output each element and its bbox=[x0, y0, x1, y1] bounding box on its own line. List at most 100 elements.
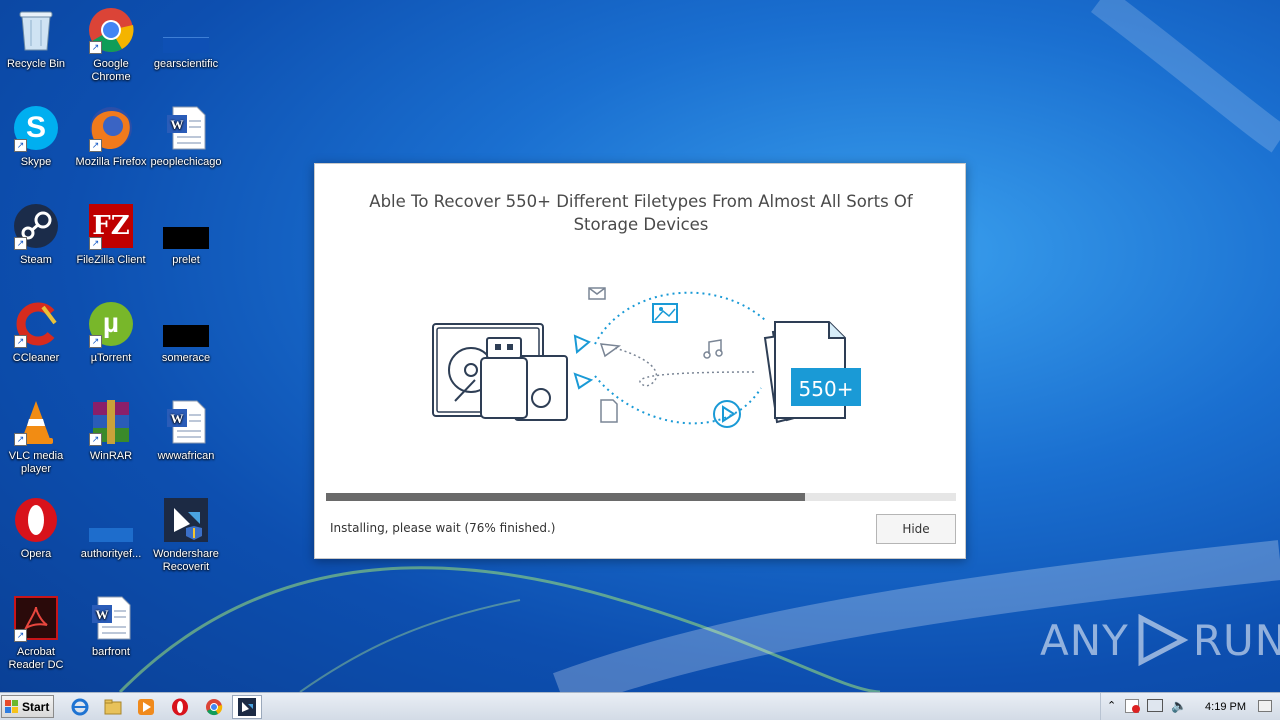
recovery-illustration: 550+ bbox=[432, 287, 861, 428]
icon-label: authorityef... bbox=[80, 548, 142, 560]
tray-volume-icon[interactable]: 🔈 bbox=[1171, 698, 1187, 714]
taskbar-explorer-icon[interactable] bbox=[103, 697, 123, 717]
tray-network-icon[interactable] bbox=[1147, 699, 1163, 712]
icon-label: Google Chrome bbox=[91, 58, 131, 83]
watermark-right-text: RUN bbox=[1192, 615, 1280, 665]
badge-label: 550+ bbox=[799, 377, 854, 401]
install-status-text: Installing, please wait (76% finished.) bbox=[330, 521, 556, 535]
blank-file-icon bbox=[162, 6, 210, 54]
desktop-icon-chrome[interactable]: ↗ Google Chrome bbox=[73, 6, 149, 84]
desktop-icon-filezilla[interactable]: FZ ↗ FileZilla Client bbox=[73, 202, 149, 267]
icon-label: Skype bbox=[20, 156, 52, 168]
desktop-icon-opera[interactable]: Opera bbox=[0, 496, 74, 561]
shortcut-arrow-icon: ↗ bbox=[14, 629, 27, 642]
shortcut-arrow-icon: ↗ bbox=[89, 41, 102, 54]
ccleaner-icon: ↗ bbox=[12, 300, 60, 348]
paper-plane-icon bbox=[573, 372, 594, 390]
paper-plane-icon bbox=[599, 343, 622, 358]
desktop-icon-wondershare-recoverit[interactable]: Wondershare Recoverit bbox=[148, 496, 224, 574]
desktop-icon-gearscientific[interactable]: gearscientific bbox=[148, 6, 224, 71]
svg-text:W: W bbox=[96, 607, 109, 622]
recycle-bin-icon bbox=[12, 6, 60, 54]
shortcut-arrow-icon: ↗ bbox=[14, 335, 27, 348]
taskbar-media-player-icon[interactable] bbox=[136, 697, 156, 717]
shortcut-arrow-icon: ↗ bbox=[89, 139, 102, 152]
desktop-icon-barfront[interactable]: W barfront bbox=[73, 594, 149, 659]
usb-drive-icon bbox=[480, 337, 528, 419]
winrar-icon: ↗ bbox=[87, 398, 135, 446]
desktop-icon-firefox[interactable]: ↗ Mozilla Firefox bbox=[73, 104, 149, 169]
shortcut-arrow-icon: ↗ bbox=[89, 433, 102, 446]
shortcut-arrow-icon: ↗ bbox=[14, 139, 27, 152]
start-label: Start bbox=[22, 699, 50, 714]
system-clock[interactable]: 4:19 PM bbox=[1205, 701, 1246, 713]
windows-flag-icon bbox=[5, 699, 19, 714]
svg-text:W: W bbox=[171, 411, 184, 426]
icon-label: Mozilla Firefox bbox=[75, 156, 147, 168]
install-progress-fill bbox=[326, 493, 805, 501]
desktop-icon-peoplechicago[interactable]: W peoplechicago bbox=[148, 104, 224, 169]
icon-label: peoplechicago bbox=[150, 156, 222, 168]
filezilla-icon: FZ ↗ bbox=[87, 202, 135, 250]
desktop-icon-somerace[interactable]: somerace bbox=[148, 300, 224, 365]
tray-action-center-icon[interactable] bbox=[1125, 699, 1140, 713]
icon-label: Recycle Bin bbox=[6, 58, 66, 70]
desktop-icon-acrobat[interactable]: ↗ Acrobat Reader DC bbox=[0, 594, 74, 672]
installer-window: Able To Recover 550+ Different Filetypes… bbox=[314, 163, 966, 559]
icon-label: Steam bbox=[20, 254, 52, 266]
taskbar-opera-icon[interactable] bbox=[170, 697, 190, 717]
desktop-icon-ccleaner[interactable]: ↗ CCleaner bbox=[0, 300, 74, 365]
taskbar-chrome-icon[interactable] bbox=[204, 697, 224, 717]
black-file-icon bbox=[162, 300, 210, 348]
shortcut-arrow-icon: ↗ bbox=[14, 237, 27, 250]
desktop-icon-steam[interactable]: ↗ Steam bbox=[0, 202, 74, 267]
shortcut-arrow-icon: ↗ bbox=[14, 433, 27, 446]
paper-plane-icon bbox=[573, 334, 591, 354]
hide-button[interactable]: Hide bbox=[876, 514, 956, 544]
taskbar-ie-icon[interactable] bbox=[70, 697, 90, 717]
play-icon bbox=[713, 400, 741, 428]
vlc-cone-icon: ↗ bbox=[12, 398, 60, 446]
desktop-icon-vlc[interactable]: ↗ VLC media player bbox=[0, 398, 74, 476]
start-button[interactable]: Start bbox=[1, 695, 54, 718]
desktop-icon-skype[interactable]: S ↗ Skype bbox=[0, 104, 74, 169]
icon-label: Opera bbox=[20, 548, 52, 560]
icon-label: barfront bbox=[92, 646, 130, 658]
icon-label: µTorrent bbox=[90, 352, 132, 364]
system-tray: ⌃ 🔈 bbox=[1100, 693, 1280, 720]
desktop-icon-prelet[interactable]: prelet bbox=[148, 202, 224, 267]
blank-file-icon bbox=[87, 496, 135, 544]
icon-label: Acrobat Reader DC bbox=[8, 646, 64, 671]
svg-text:W: W bbox=[171, 117, 184, 132]
icon-label: FileZilla Client bbox=[76, 254, 146, 266]
image-icon bbox=[652, 303, 678, 323]
install-progress-bar bbox=[326, 493, 956, 501]
desktop-icon-wwwafrican[interactable]: W wwwafrican bbox=[148, 398, 224, 463]
steam-icon: ↗ bbox=[12, 202, 60, 250]
desktop-icon-utorrent[interactable]: µ ↗ µTorrent bbox=[73, 300, 149, 365]
black-file-icon bbox=[162, 202, 210, 250]
tray-expand-icon[interactable]: ⌃ bbox=[1107, 699, 1116, 712]
play-logo-icon bbox=[1138, 613, 1189, 667]
icon-label: somerace bbox=[161, 352, 211, 364]
firefox-icon: ↗ bbox=[87, 104, 135, 152]
desktop-icon-winrar[interactable]: ↗ WinRAR bbox=[73, 398, 149, 463]
word-document-icon: W bbox=[162, 398, 210, 446]
desktop-icon-recycle-bin[interactable]: Recycle Bin bbox=[0, 6, 74, 71]
opera-icon bbox=[12, 496, 60, 544]
taskbar: Start ⌃ 🔈 4:19 PM bbox=[0, 692, 1280, 720]
installer-headline: Able To Recover 550+ Different Filetypes… bbox=[369, 192, 913, 234]
desktop-icon-authorityef[interactable]: authorityef... bbox=[73, 496, 149, 561]
utorrent-icon: µ ↗ bbox=[87, 300, 135, 348]
word-document-icon: W bbox=[87, 594, 135, 642]
icon-label: WinRAR bbox=[89, 450, 133, 462]
icon-label: wwwafrican bbox=[157, 450, 215, 462]
shortcut-arrow-icon: ↗ bbox=[89, 335, 102, 348]
skype-icon: S ↗ bbox=[12, 104, 60, 152]
icon-label: VLC media player bbox=[8, 450, 64, 475]
taskbar-recoverit-icon[interactable] bbox=[232, 695, 262, 719]
anyrun-watermark: ANY RUN bbox=[1040, 612, 1280, 668]
watermark-left-text: ANY bbox=[1040, 615, 1129, 665]
icon-label: prelet bbox=[172, 254, 200, 266]
tray-flag-icon[interactable] bbox=[1258, 700, 1272, 712]
